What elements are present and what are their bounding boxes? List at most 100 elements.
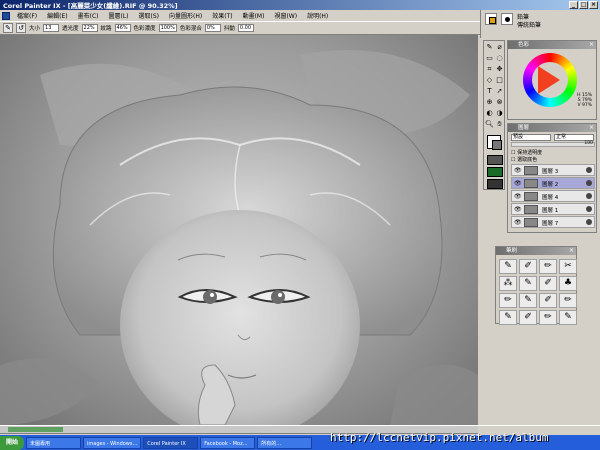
arrow-icon[interactable]: ➚ xyxy=(495,87,504,96)
brush-pastel-icon[interactable]: ✐ xyxy=(519,310,537,325)
rect-select-icon[interactable]: ▭ xyxy=(485,54,494,63)
brush-chalk-icon[interactable]: ✎ xyxy=(519,276,537,291)
dropper-icon[interactable]: ⌀ xyxy=(495,43,504,52)
opacity-field[interactable]: 22% xyxy=(81,24,98,32)
brush-oil-icon[interactable]: ✎ xyxy=(519,293,537,308)
brush-category-icon[interactable] xyxy=(485,13,497,25)
layer-lock-icon[interactable] xyxy=(586,193,592,199)
menu-canvas[interactable]: 畫布(C) xyxy=(73,11,104,20)
app-icon[interactable] xyxy=(2,11,10,20)
scrollbar-thumb[interactable] xyxy=(8,427,63,432)
lasso-icon[interactable]: ◌ xyxy=(495,54,504,63)
brush-pencil-icon[interactable]: ✏ xyxy=(539,259,557,274)
menu-file[interactable]: 檔案(F) xyxy=(12,11,42,20)
brush-eraser-icon[interactable]: ✂ xyxy=(559,259,577,274)
dodge-icon[interactable]: ◐ xyxy=(485,109,494,118)
menu-edit[interactable]: 編輯(E) xyxy=(42,11,72,20)
grain-field[interactable]: 46% xyxy=(114,24,131,32)
resat-field[interactable]: 100% xyxy=(158,24,177,32)
start-button[interactable]: 開始 xyxy=(0,436,25,450)
title-bar: Corel Painter IX - [高麗菜少女(纖維).RIF @ 90.3… xyxy=(0,0,600,10)
color-panel-header[interactable]: 色彩 × xyxy=(508,41,596,49)
menu-layers[interactable]: 圖層(L) xyxy=(104,11,134,20)
pattern-swatch[interactable] xyxy=(487,179,503,189)
brush-blender-icon[interactable]: ✏ xyxy=(559,293,577,308)
brush-variant-icon[interactable] xyxy=(501,13,513,25)
taskbar-button[interactable]: 未圖專用 xyxy=(26,437,82,449)
menu-window[interactable]: 視窗(W) xyxy=(269,11,302,20)
brush-crayon-icon[interactable]: ✐ xyxy=(539,276,557,291)
menu-help[interactable]: 說明(H) xyxy=(302,11,333,20)
brush-spray-icon[interactable]: ⁂ xyxy=(499,276,517,291)
close-button[interactable]: × xyxy=(589,1,598,9)
taskbar-button[interactable]: images - Windows... xyxy=(83,437,142,449)
layer-eye-icon[interactable]: 👁︎ xyxy=(514,219,522,226)
brush-tool-icon[interactable]: ✎ xyxy=(3,23,13,33)
brush-stamp-icon[interactable]: ♣ xyxy=(559,276,577,291)
hand-icon[interactable]: ✋︎ xyxy=(495,120,504,129)
rubber-stamp-icon[interactable]: ⊗ xyxy=(495,98,504,107)
brush-icon[interactable]: ✎ xyxy=(485,43,494,52)
layer-eye-icon[interactable]: 👁︎ xyxy=(514,167,522,174)
brush-tint-icon[interactable]: ✎ xyxy=(559,310,577,325)
secondary-color-swatch[interactable] xyxy=(492,140,502,150)
brush-water-icon[interactable]: ✐ xyxy=(539,293,557,308)
layer-eye-icon[interactable]: 👁︎ xyxy=(514,180,522,187)
cloner-icon[interactable]: ⊕ xyxy=(485,98,494,107)
brush-variant-name[interactable]: 傳統鉛筆 xyxy=(517,20,541,29)
layer-blend-select[interactable]: 正常 xyxy=(554,134,594,141)
brush-pen-icon[interactable]: ✐ xyxy=(519,259,537,274)
crop-icon[interactable]: ⌗ xyxy=(485,65,494,74)
layer-lock-icon[interactable] xyxy=(586,206,592,212)
gradient-swatch[interactable] xyxy=(487,167,503,177)
menu-effects[interactable]: 效果(T) xyxy=(207,11,237,20)
layers-panel-close-icon[interactable]: × xyxy=(589,124,594,132)
bleed-field[interactable]: 0% xyxy=(204,24,221,32)
brush-palette-knife-icon[interactable]: ✎ xyxy=(499,310,517,325)
layer-opacity-slider[interactable]: 100 xyxy=(511,141,595,147)
burn-icon[interactable]: ◑ xyxy=(495,109,504,118)
pen-icon[interactable]: ◇ xyxy=(485,76,494,85)
size-field[interactable]: 13 xyxy=(43,24,60,32)
layer-eye-icon[interactable]: 👁︎ xyxy=(514,193,522,200)
brush-airbrush-icon[interactable]: ✎ xyxy=(499,259,517,274)
layer-lock-icon[interactable] xyxy=(586,180,592,186)
color-triangle[interactable] xyxy=(538,66,560,94)
brush-marker-icon[interactable]: ✏ xyxy=(499,293,517,308)
move-icon[interactable]: ✥ xyxy=(495,65,504,74)
taskbar-button[interactable]: 所有的... xyxy=(257,437,313,449)
taskbar-button[interactable]: Corel Painter IX xyxy=(143,437,199,449)
drawing-canvas[interactable] xyxy=(0,35,478,425)
layer-row[interactable]: 👁︎ 圖層 4 xyxy=(511,190,595,202)
menu-movie[interactable]: 動畫(M) xyxy=(238,11,270,20)
jitter-label: 抖動 xyxy=(223,26,235,32)
brushes-panel-close-icon[interactable]: × xyxy=(569,247,574,255)
shape-icon[interactable]: □ xyxy=(495,76,504,85)
color-panel-close-icon[interactable]: × xyxy=(589,41,594,49)
minimize-button[interactable]: _ xyxy=(569,1,578,9)
taskbar-button[interactable]: Facebook - Moz... xyxy=(200,437,256,449)
brush-sponge-icon[interactable]: ✏ xyxy=(539,310,557,325)
layer-lock-icon[interactable] xyxy=(586,219,592,225)
paper-swatch[interactable] xyxy=(487,155,503,165)
jitter-field[interactable]: 0.00 xyxy=(237,24,254,32)
menu-shapes[interactable]: 向量圖形(H) xyxy=(164,11,207,20)
layers-panel-header[interactable]: 圖層 × xyxy=(508,124,596,132)
preserve-transparency-checkbox[interactable]: ☐ 保持透明度 xyxy=(511,149,542,156)
layer-lock-icon[interactable] xyxy=(586,167,592,173)
layers-panel-title: 圖層 xyxy=(518,125,530,131)
layer-row[interactable]: 👁︎ 圖層 7 xyxy=(511,216,595,228)
layer-eye-icon[interactable]: 👁︎ xyxy=(514,206,522,213)
brushes-panel-header[interactable]: 筆刷 × xyxy=(496,247,576,255)
pick-underlying-checkbox[interactable]: ☐ 選取底色 xyxy=(511,156,537,163)
brush-selector[interactable]: 鉛筆 傳統鉛筆 xyxy=(480,10,600,38)
text-icon[interactable]: T xyxy=(485,87,494,96)
reset-tool-icon[interactable]: ↺ xyxy=(16,23,26,33)
menu-select[interactable]: 選取(S) xyxy=(134,11,165,20)
layer-row[interactable]: 👁︎ 圖層 2 xyxy=(511,177,595,189)
layer-row[interactable]: 👁︎ 圖層 1 xyxy=(511,203,595,215)
layer-composite-select[interactable]: 預設 xyxy=(511,134,551,141)
layer-row[interactable]: 👁︎ 圖層 3 xyxy=(511,164,595,176)
magnifier-icon[interactable]: 🔍︎ xyxy=(485,120,494,129)
maximize-button[interactable]: □ xyxy=(579,1,588,9)
